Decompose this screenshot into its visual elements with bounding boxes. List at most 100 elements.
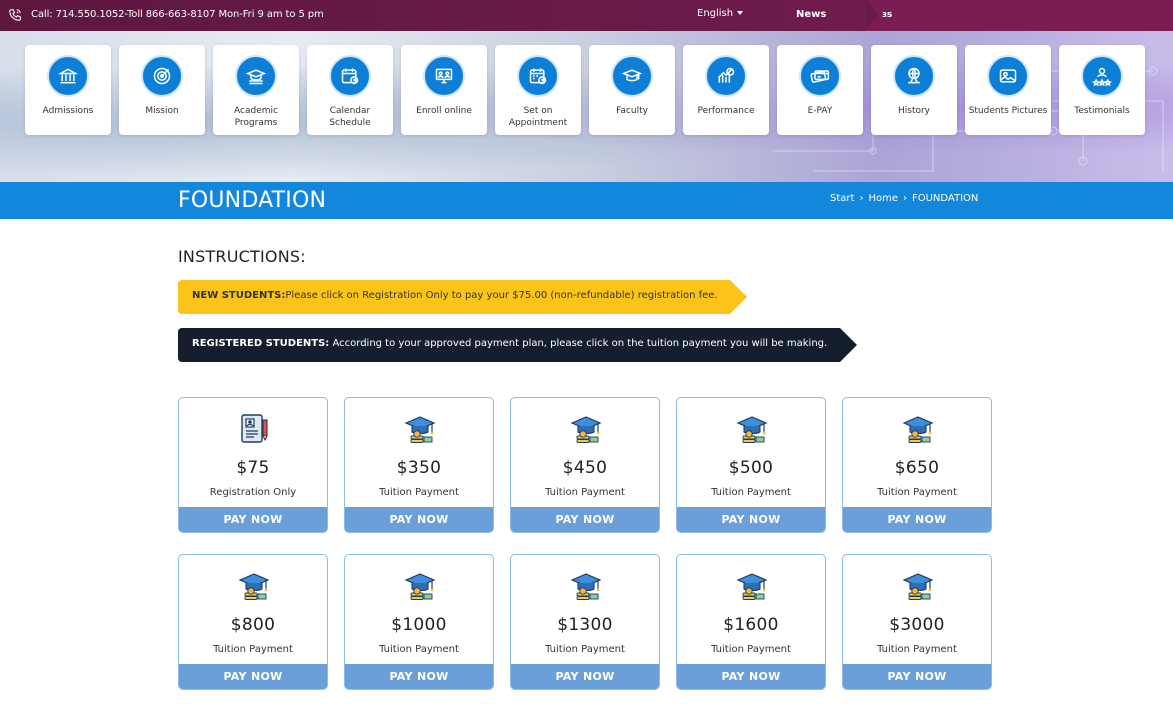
nav-tile-performance[interactable]: Performance [683, 45, 769, 135]
payment-amount: $450 [562, 458, 608, 478]
users-star-icon [1081, 55, 1123, 97]
payment-card: $650 Tuition Payment PAY NOW [842, 397, 992, 533]
payment-description: Tuition Payment [545, 487, 625, 498]
page-title-bar: FOUNDATION Start › Home › FOUNDATION [0, 182, 1173, 219]
pay-now-button[interactable]: PAY NOW [179, 507, 327, 532]
graduation-money-icon [735, 569, 769, 603]
registration-form-icon [237, 412, 271, 446]
pay-now-button[interactable]: PAY NOW [677, 507, 825, 532]
banner-arrow [840, 328, 857, 362]
payment-card: $800 Tuition Payment PAY NOW [178, 554, 328, 690]
faculty-cap-icon [611, 55, 653, 97]
breadcrumb-separator-icon: › [902, 193, 907, 204]
performance-chart-icon [705, 55, 747, 97]
graduation-money-icon [237, 569, 271, 603]
registered-students-label: REGISTERED STUDENTS: [192, 338, 330, 349]
pay-now-button[interactable]: PAY NOW [511, 507, 659, 532]
ticker-text[interactable]: ɜs [882, 10, 892, 20]
online-class-icon [423, 55, 465, 97]
payment-description: Registration Only [209, 487, 297, 498]
payment-card: $1600 Tuition Payment PAY NOW [676, 554, 826, 690]
payment-description: Tuition Payment [711, 487, 791, 498]
nav-tile-academic-programs[interactable]: Academic Programs [213, 45, 299, 135]
nav-tile-label: Academic Programs [234, 106, 278, 128]
nav-tile-label: E-PAY [807, 106, 833, 116]
nav-tile-label: Students Pictures [968, 106, 1048, 116]
nav-tile-label: Performance [697, 106, 755, 116]
new-students-message: Please click on Registration Only to pay… [285, 290, 718, 301]
pay-now-button[interactable]: PAY NOW [511, 664, 659, 689]
nav-tile-label: Calendar Schedule [329, 106, 371, 128]
credit-card-icon [799, 55, 841, 97]
nav-tile-label: Admissions [42, 106, 94, 116]
chevron-down-icon [737, 11, 744, 15]
language-selector[interactable]: English [697, 8, 744, 19]
pay-now-button[interactable]: PAY NOW [345, 664, 493, 689]
payment-amount: $1600 [723, 615, 779, 635]
instructions-heading: INSTRUCTIONS: [178, 247, 306, 266]
payment-card: $1300 Tuition Payment PAY NOW [510, 554, 660, 690]
page-title: FOUNDATION [178, 188, 327, 213]
breadcrumb-home[interactable]: Home [868, 193, 898, 204]
payment-description: Tuition Payment [877, 644, 957, 655]
registered-students-text: REGISTERED STUDENTS: According to your a… [178, 328, 840, 362]
breadcrumb-start[interactable]: Start [830, 193, 854, 204]
nav-tile-mission[interactable]: Mission [119, 45, 205, 135]
payment-card: $350 Tuition Payment PAY NOW [344, 397, 494, 533]
nav-tile-testimonials[interactable]: Testimonials [1059, 45, 1145, 135]
appointment-calendar-icon [517, 55, 559, 97]
payment-amount: $1000 [391, 615, 447, 635]
pay-now-button[interactable]: PAY NOW [345, 507, 493, 532]
payment-card: $1000 Tuition Payment PAY NOW [344, 554, 494, 690]
language-label: English [697, 8, 734, 19]
graduation-money-icon [403, 569, 437, 603]
graduation-money-icon [403, 412, 437, 446]
graduation-money-icon [901, 569, 935, 603]
news-label: News [796, 9, 827, 20]
nav-tile-e-pay[interactable]: E-PAY [777, 45, 863, 135]
new-students-text: NEW STUDENTS:Please click on Registratio… [178, 280, 730, 314]
graduation-money-icon [901, 412, 935, 446]
payment-amount: $500 [728, 458, 774, 478]
nav-tile-students-pictures[interactable]: Students Pictures [965, 45, 1051, 135]
nav-tile-calendar-schedule[interactable]: Calendar Schedule [307, 45, 393, 135]
payment-amount: $75 [236, 458, 270, 478]
pay-now-button[interactable]: PAY NOW [179, 664, 327, 689]
payment-description: Tuition Payment [711, 644, 791, 655]
news-ticker[interactable]: ɜs [866, 0, 1173, 31]
ticker-arrow [866, 0, 878, 30]
graduation-money-icon [569, 412, 603, 446]
payment-amount: $800 [230, 615, 276, 635]
pay-now-button[interactable]: PAY NOW [677, 664, 825, 689]
payment-card: $500 Tuition Payment PAY NOW [676, 397, 826, 533]
payment-card: $75 Registration Only PAY NOW [178, 397, 328, 533]
nav-tile-label: Enroll online [416, 106, 472, 116]
payment-card: $3000 Tuition Payment PAY NOW [842, 554, 992, 690]
calendar-clock-icon [329, 55, 371, 97]
banner-arrow [730, 280, 747, 314]
nav-tile-admissions[interactable]: Admissions [25, 45, 111, 135]
hero-banner: Admissions Mission Academic Programs Cal… [0, 31, 1173, 182]
graduation-cap-icon [235, 55, 277, 97]
breadcrumb-current: FOUNDATION [911, 193, 979, 204]
registered-students-message: According to your approved payment plan,… [329, 338, 828, 349]
payment-description: Tuition Payment [379, 487, 459, 498]
payment-description: Tuition Payment [877, 487, 957, 498]
breadcrumb-separator-icon: › [859, 193, 864, 204]
contact-phone-text[interactable]: Call: 714.550.1052-Toll 866-663-8107 Mon… [31, 9, 324, 20]
graduation-money-icon [735, 412, 769, 446]
pay-now-button[interactable]: PAY NOW [843, 664, 991, 689]
nav-tile-faculty[interactable]: Faculty [589, 45, 675, 135]
nav-tile-enroll-online[interactable]: Enroll online [401, 45, 487, 135]
nav-tile-label: Set on Appointment [508, 106, 568, 128]
nav-tile-appointment[interactable]: Set on Appointment [495, 45, 581, 135]
nav-tile-history[interactable]: History [871, 45, 957, 135]
globe-history-icon [893, 55, 935, 97]
payment-amount: $1300 [557, 615, 613, 635]
payment-description: Tuition Payment [545, 644, 625, 655]
pay-now-button[interactable]: PAY NOW [843, 507, 991, 532]
nav-tile-label: Mission [145, 106, 179, 116]
payment-amount: $350 [396, 458, 442, 478]
photo-icon [987, 55, 1029, 97]
nav-tile-label: History [897, 106, 931, 116]
